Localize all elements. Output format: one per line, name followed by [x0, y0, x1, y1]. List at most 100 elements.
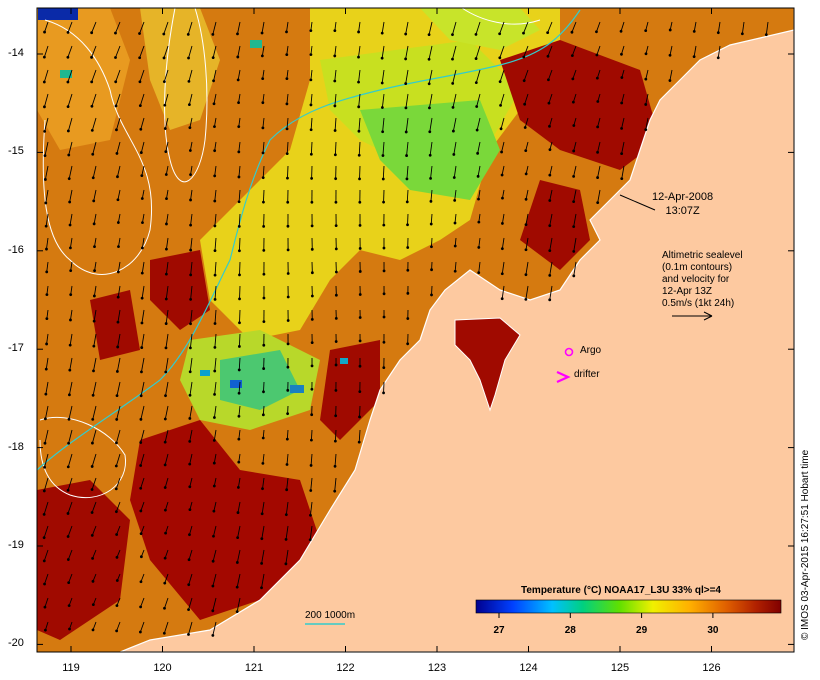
velocity-arrow-head: [546, 54, 550, 58]
velocity-arrow: [239, 309, 241, 323]
velocity-arrow-head: [285, 102, 289, 106]
velocity-arrow-head: [68, 223, 72, 227]
velocity-arrow-head: [43, 129, 47, 133]
velocity-arrow-head: [139, 441, 143, 444]
velocity-arrow-head: [523, 102, 527, 106]
velocity-arrow-head: [139, 532, 143, 536]
velocity-arrow-head: [285, 437, 289, 441]
velocity-arrow-head: [238, 273, 241, 277]
velocity-arrow-head: [595, 76, 599, 80]
velocity-arrow-head: [477, 271, 481, 275]
velocity-arrow-head: [333, 153, 337, 157]
velocity-arrow-head: [572, 249, 576, 253]
velocity-arrow-head: [477, 197, 480, 201]
velocity-arrow-head: [188, 485, 192, 489]
velocity-arrow-head: [212, 484, 216, 488]
velocity-arrow-head: [164, 322, 168, 325]
velocity-arrow-head: [45, 293, 49, 297]
velocity-arrow-head: [188, 346, 192, 350]
velocity-arrow-head: [236, 32, 239, 36]
velocity-arrow-head: [116, 345, 120, 349]
lon-tick-label: 126: [702, 662, 721, 674]
velocity-arrow-head: [286, 248, 290, 252]
colorbar-title: Temperature (°C) NOAA17_L3U 33% ql>=4: [521, 585, 721, 596]
velocity-arrow-head: [90, 511, 94, 514]
velocity-arrow-head: [43, 178, 47, 181]
velocity-arrow-head: [213, 199, 217, 203]
velocity-arrow-head: [116, 175, 119, 179]
velocity-arrow-head: [358, 339, 362, 343]
velocity-arrow-head: [498, 80, 502, 84]
velocity-arrow-head: [261, 101, 265, 105]
velocity-arrow-head: [334, 293, 338, 297]
velocity-arrow-head: [213, 224, 217, 228]
velocity-arrow-head: [285, 53, 289, 57]
velocity-arrow-head: [43, 105, 46, 109]
velocity-arrow-head: [286, 388, 290, 392]
velocity-arrow-head: [286, 295, 290, 299]
velocity-arrow-head: [284, 513, 288, 517]
colorbar-tick-label: 27: [493, 625, 505, 636]
velocity-arrow-head: [186, 32, 190, 36]
velocity-arrow-head: [189, 322, 192, 326]
velocity-arrow-head: [262, 320, 266, 324]
velocity-arrow-head: [404, 57, 408, 61]
velocity-arrow-head: [211, 56, 215, 60]
velocity-arrow-head: [163, 440, 167, 444]
lat-tick-label: -15: [8, 145, 24, 158]
velocity-arrow-head: [188, 149, 192, 152]
velocity-arrow-head: [187, 583, 191, 587]
velocity-arrow-head: [237, 368, 241, 372]
velocity-arrow-head: [382, 292, 386, 296]
velocity-arrow-head: [261, 151, 265, 155]
velocity-arrow-head: [66, 512, 70, 515]
velocity-arrow-head: [66, 535, 70, 538]
velocity-arrow-head: [522, 55, 526, 59]
lat-tick-label: -20: [8, 637, 24, 650]
velocity-arrow-head: [405, 177, 409, 181]
velocity-arrow: [310, 429, 313, 441]
velocity-arrow-head: [286, 200, 290, 204]
velocity-arrow-head: [238, 321, 241, 325]
velocity-arrow-head: [213, 322, 217, 325]
velocity-arrow-head: [548, 249, 552, 253]
velocity-arrow-head: [764, 33, 768, 37]
velocity-arrow-head: [285, 488, 289, 492]
velocity-arrow-head: [238, 249, 241, 253]
velocity-arrow-head: [546, 31, 550, 35]
velocity-arrow-head: [477, 220, 481, 224]
velocity-arrow-head: [162, 80, 166, 84]
velocity-arrow-head: [309, 78, 313, 82]
velocity-arrow-head: [429, 199, 433, 203]
velocity-arrow-head: [188, 417, 192, 420]
velocity-arrow-head: [67, 153, 71, 157]
velocity-arrow-head: [237, 175, 241, 179]
velocity-arrow-head: [116, 221, 120, 224]
velocity-arrow-head: [91, 628, 95, 632]
velocity-arrow-head: [213, 249, 217, 253]
velocity-arrow-head: [572, 174, 576, 178]
velocity-arrow-head: [42, 559, 46, 563]
velocity-arrow-head: [68, 200, 72, 204]
velocity-arrow-head: [357, 440, 361, 444]
velocity-arrow-head: [595, 53, 599, 57]
velocity-arrow-head: [333, 104, 337, 108]
velocity-arrow-head: [115, 152, 119, 155]
velocity-arrow-head: [262, 249, 266, 252]
velocity-arrow-head: [716, 56, 720, 60]
velocity-arrow-head: [334, 224, 338, 228]
velocity-arrow-head: [189, 273, 193, 277]
velocity-arrow-head: [140, 271, 144, 275]
velocity-arrow-head: [90, 534, 94, 537]
velocity-arrow-head: [308, 538, 312, 542]
velocity-arrow-head: [572, 200, 576, 204]
velocity-arrow-head: [475, 105, 479, 108]
velocity-arrow-head: [692, 55, 696, 59]
note-line: Altimetric sealevel: [662, 250, 743, 261]
velocity-arrow-head: [139, 605, 143, 609]
velocity-arrow-head: [165, 197, 168, 201]
velocity-arrow-head: [43, 154, 47, 157]
velocity-arrow-head: [595, 30, 598, 34]
velocity-arrow-head: [381, 154, 385, 157]
velocity-arrow-head: [286, 176, 289, 180]
